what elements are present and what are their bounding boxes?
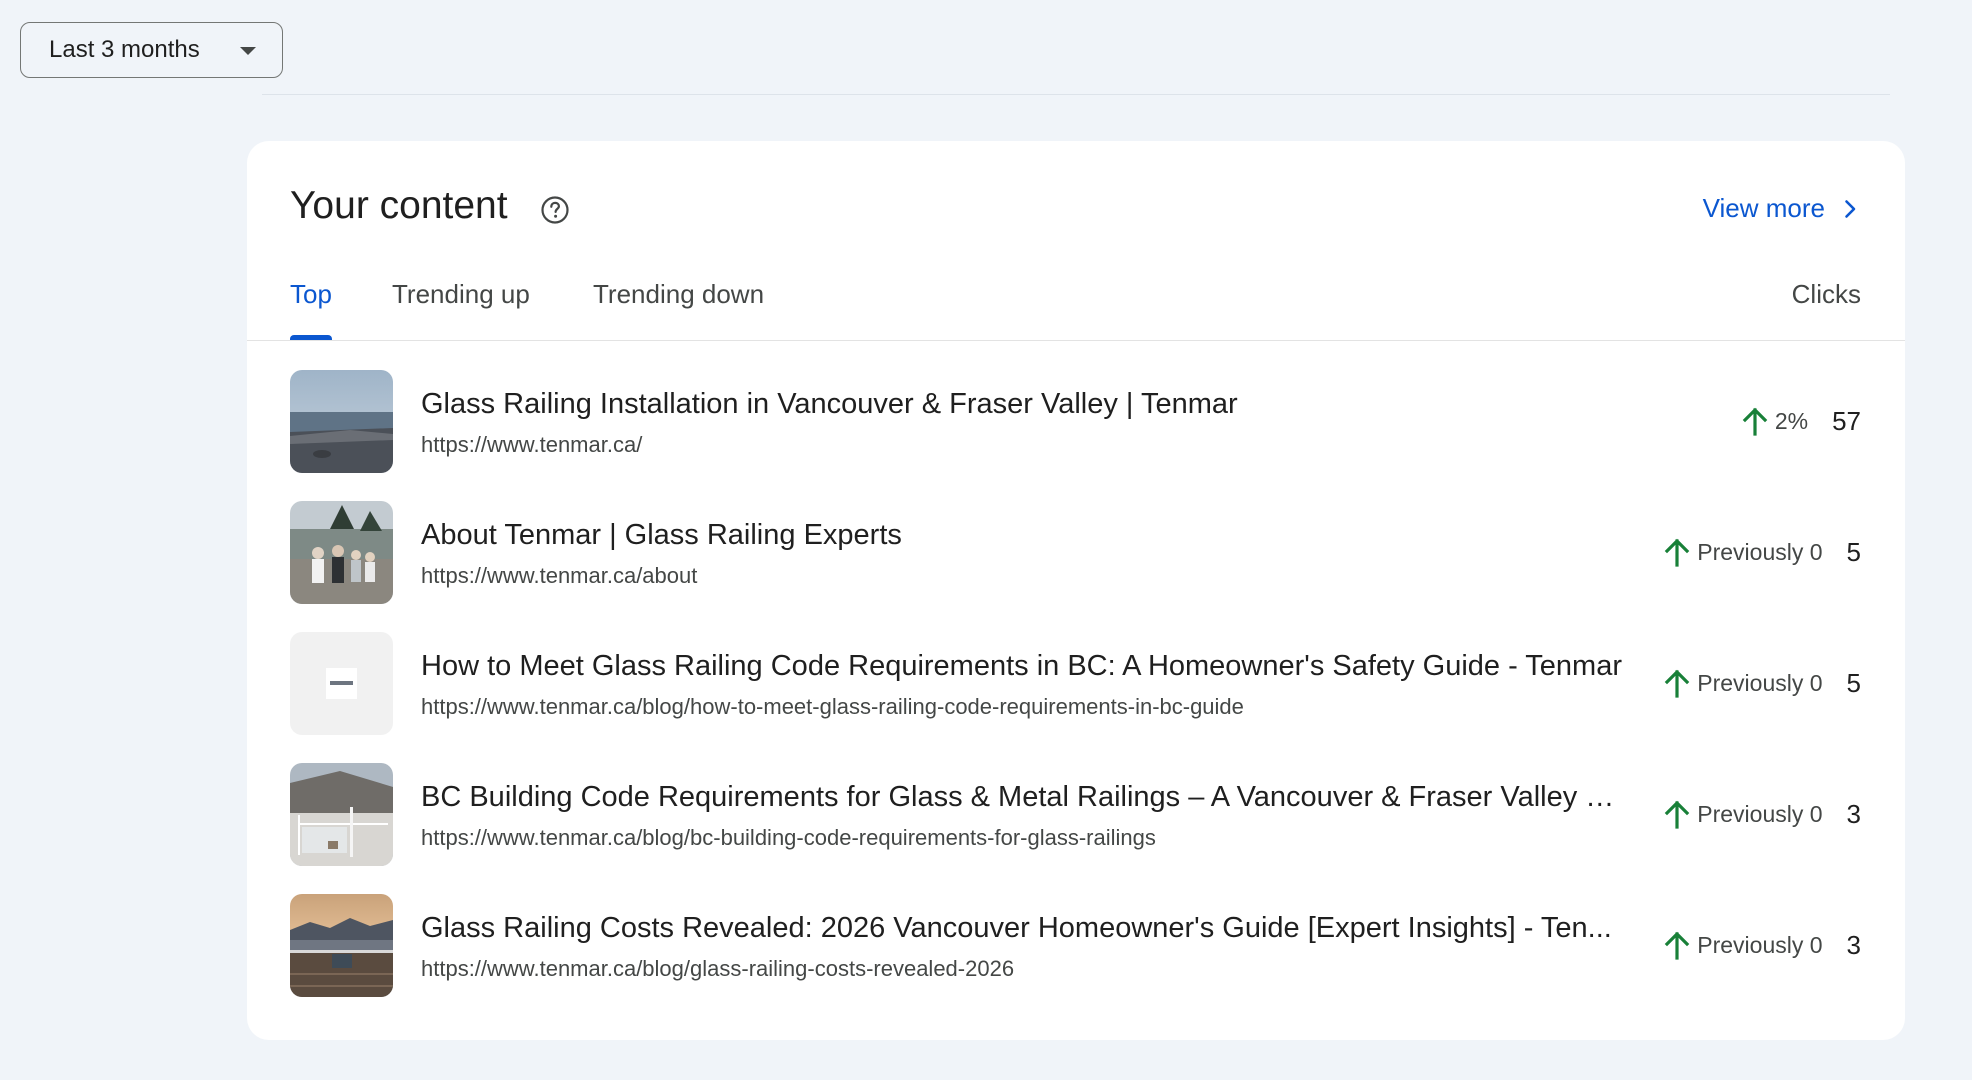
tab-trending-up[interactable]: Trending up [392,281,530,337]
page-url: https://www.tenmar.ca/ [421,432,643,457]
date-range-label: Last 3 months [49,36,200,63]
view-more-label: View more [1702,193,1825,223]
page-title: How to Meet Glass Railing Code Requireme… [421,650,1622,682]
trend-value: 2% [1774,407,1809,434]
tabs-divider [247,340,1905,341]
page-title: About Tenmar | Glass Railing Experts [421,519,902,551]
date-range-dropdown[interactable]: Last 3 months [20,22,283,78]
page-thumbnail [290,501,393,604]
list-item[interactable]: BC Building Code Requirements for Glass … [247,763,1905,894]
tab-top-label: Top [290,279,332,309]
page-url: https://www.tenmar.ca/about [421,563,698,588]
clicks-value: 3 [1846,798,1861,829]
clicks-column-header: Clicks [1791,279,1861,309]
clicks-value: 57 [1832,405,1861,436]
list-item[interactable]: Glass Railing Costs Revealed: 2026 Vanco… [247,894,1905,1025]
row-metrics: Previously 0 5 [1661,667,1861,699]
row-metrics: 2% 57 [1739,405,1861,437]
page-thumbnail [290,763,393,866]
your-content-card: Your content View more Top Trending up T… [247,141,1905,1040]
row-metrics: Previously 0 5 [1661,536,1861,568]
card-title: Your content [290,184,508,227]
clicks-value: 5 [1846,667,1861,698]
arrow-up-icon [1664,538,1690,567]
page-title: Glass Railing Installation in Vancouver … [421,388,1238,420]
arrow-up-icon [1664,931,1690,960]
page-thumbnail [290,894,393,997]
trend-value: Previously 0 [1697,931,1823,958]
content-list: Glass Railing Installation in Vancouver … [247,370,1905,1025]
arrow-up-icon [1742,407,1768,436]
page-title: BC Building Code Requirements for Glass … [421,781,1631,813]
tab-trending-up-label: Trending up [392,279,530,309]
page-thumbnail [290,632,393,735]
content-tabs: Top Trending up Trending down [247,281,1905,381]
arrow-up-icon [1664,669,1690,698]
list-item[interactable]: About Tenmar | Glass Railing Experts htt… [247,501,1905,632]
list-item[interactable]: How to Meet Glass Railing Code Requireme… [247,632,1905,763]
tab-trending-down-label: Trending down [593,279,765,309]
view-more-link[interactable]: View more [1703,193,1861,224]
clicks-value: 5 [1846,536,1861,567]
help-icon[interactable] [540,195,570,225]
list-item[interactable]: Glass Railing Installation in Vancouver … [247,370,1905,501]
row-metrics: Previously 0 3 [1661,798,1861,830]
row-metrics: Previously 0 3 [1661,929,1861,961]
trend-value: Previously 0 [1697,669,1823,696]
page-url: https://www.tenmar.ca/blog/glass-railing… [421,956,1015,981]
tab-trending-down[interactable]: Trending down [593,281,764,337]
tab-top[interactable]: Top [290,279,332,340]
page-url: https://www.tenmar.ca/blog/how-to-meet-g… [421,694,1244,719]
arrow-up-icon [1664,800,1690,829]
section-divider [262,94,1890,95]
page-thumbnail [290,370,393,473]
trend-value: Previously 0 [1697,538,1823,565]
trend-value: Previously 0 [1697,800,1823,827]
clicks-value: 3 [1846,929,1861,960]
chevron-down-icon [240,47,256,55]
page-title: Glass Railing Costs Revealed: 2026 Vanco… [421,912,1612,944]
page-url: https://www.tenmar.ca/blog/bc-building-c… [421,825,1156,850]
chevron-right-icon [1845,199,1856,218]
